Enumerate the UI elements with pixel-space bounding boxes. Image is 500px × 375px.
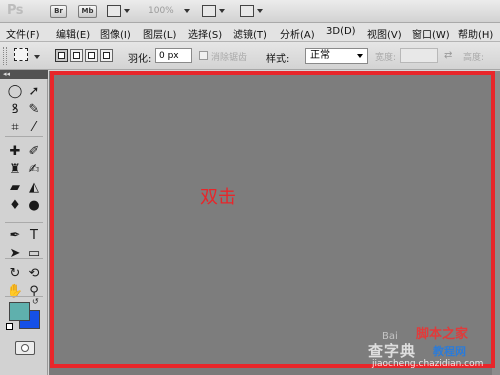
style-select-value: 正常: [310, 50, 330, 61]
menu-view[interactable]: 视图(V): [367, 26, 402, 41]
hand-tool-icon[interactable]: ✋: [6, 284, 24, 300]
mini-bridge-button[interactable]: Mb: [78, 5, 97, 18]
new-selection-icon[interactable]: [55, 49, 68, 62]
move-tool-icon[interactable]: ➚: [25, 84, 43, 100]
arrange-documents-icon[interactable]: [202, 5, 216, 17]
rectangular-marquee-preset-icon[interactable]: [14, 48, 28, 61]
menu-edit[interactable]: 编辑(E): [56, 26, 90, 41]
chazidian-watermark: 查字典: [368, 342, 417, 360]
toolbox-divider: [5, 136, 43, 137]
brush-tool-icon[interactable]: ✐: [25, 144, 43, 160]
width-label: 宽度:: [375, 53, 397, 63]
photoshop-logo: Ps: [7, 3, 24, 18]
zoom-level[interactable]: 100%: [148, 6, 174, 16]
toolbox-divider: [5, 258, 43, 259]
pen-tool-icon[interactable]: ✒: [6, 228, 24, 244]
application-bar: Ps Br Mb 100%: [0, 0, 500, 23]
jb51-watermark: 脚本之家: [416, 327, 469, 342]
crop-tool-icon[interactable]: ⌗: [6, 120, 24, 136]
menu-window[interactable]: 窗口(W): [412, 26, 450, 41]
menu-select[interactable]: 选择(S): [188, 26, 222, 41]
antialias-label: 消除锯齿: [211, 53, 248, 63]
menu-analysis[interactable]: 分析(A): [280, 26, 315, 41]
type-tool-icon[interactable]: T: [25, 228, 43, 244]
toolbox-divider: [5, 222, 43, 223]
screen-mode-icon[interactable]: [240, 5, 254, 17]
view-extras-dropdown-icon[interactable]: [124, 9, 130, 13]
lasso-tool-icon[interactable]: ꝸ: [6, 102, 24, 118]
watermark-url: jiaocheng.chazidian.com: [372, 359, 484, 369]
arrange-dropdown-icon[interactable]: [219, 9, 225, 13]
menu-bar: 文件(F) 编辑(E) 图像(I) 图层(L) 选择(S) 滤镜(T) 分析(A…: [0, 23, 500, 42]
intersect-selection-icon[interactable]: [100, 49, 113, 62]
eraser-tool-icon[interactable]: ▰: [6, 180, 24, 196]
menu-file[interactable]: 文件(F): [6, 26, 40, 41]
clone-stamp-tool-icon[interactable]: ♜: [6, 162, 24, 178]
bridge-button[interactable]: Br: [50, 5, 67, 18]
quick-mask-icon: [21, 344, 29, 352]
paint-bucket-tool-icon[interactable]: ◭: [25, 180, 43, 196]
swap-colors-icon[interactable]: ↺: [32, 297, 39, 306]
eyedropper-tool-icon[interactable]: ⁄: [25, 120, 43, 136]
swap-width-height-icon[interactable]: ⇄: [444, 50, 452, 61]
view-extras-icon[interactable]: [107, 5, 121, 17]
screen-mode-dropdown-icon[interactable]: [257, 9, 263, 13]
foreground-color-swatch[interactable]: [9, 302, 30, 321]
tutorial-watermark: 教程网: [433, 345, 466, 358]
canvas-annotation: 双击: [200, 187, 236, 208]
quick-select-tool-icon[interactable]: ✎: [25, 102, 43, 118]
default-colors-icon[interactable]: [6, 323, 13, 330]
antialias-checkbox[interactable]: [199, 51, 208, 60]
subtract-from-selection-icon[interactable]: [85, 49, 98, 62]
zoom-dropdown-icon[interactable]: [184, 9, 190, 13]
add-to-selection-icon[interactable]: [70, 49, 83, 62]
feather-input[interactable]: [155, 48, 192, 63]
height-label: 高度:: [463, 53, 485, 63]
menu-image[interactable]: 图像(I): [100, 26, 131, 41]
toolbox-collapse-handle[interactable]: ◂◂: [0, 70, 48, 79]
feather-label: 羽化:: [128, 54, 152, 65]
dodge-tool-icon[interactable]: ●: [25, 198, 43, 214]
shape-tool-icon[interactable]: ▭: [25, 246, 43, 262]
marquee-tool-icon[interactable]: ◯: [6, 84, 24, 100]
photoshop-window: Ps Br Mb 100% 文件(F) 编辑(E) 图像(I) 图层(L) 选择…: [0, 0, 500, 375]
3d-orbit-tool-icon[interactable]: ⟲: [25, 266, 43, 282]
path-select-tool-icon[interactable]: ➤: [6, 246, 24, 262]
width-input[interactable]: [400, 48, 438, 63]
quick-mask-button[interactable]: [15, 341, 35, 355]
3d-rotate-tool-icon[interactable]: ↻: [6, 266, 24, 282]
healing-brush-tool-icon[interactable]: ✚: [6, 144, 24, 160]
options-bar-grip[interactable]: [3, 47, 7, 65]
style-select[interactable]: 正常: [305, 48, 368, 64]
menu-filter[interactable]: 滤镜(T): [233, 26, 267, 41]
style-label: 样式:: [266, 54, 290, 65]
menu-3d[interactable]: 3D(D): [326, 26, 356, 37]
chevron-down-icon: [357, 54, 363, 58]
blur-tool-icon[interactable]: ♦: [6, 198, 24, 214]
options-bar: 羽化: 消除锯齿 样式: 正常 宽度: ⇄ 高度:: [0, 42, 500, 70]
tool-preset-dropdown-icon[interactable]: [34, 55, 40, 59]
menu-help[interactable]: 帮助(H): [458, 26, 493, 41]
menu-layer[interactable]: 图层(L): [143, 26, 176, 41]
history-brush-tool-icon[interactable]: ✍: [25, 162, 43, 178]
